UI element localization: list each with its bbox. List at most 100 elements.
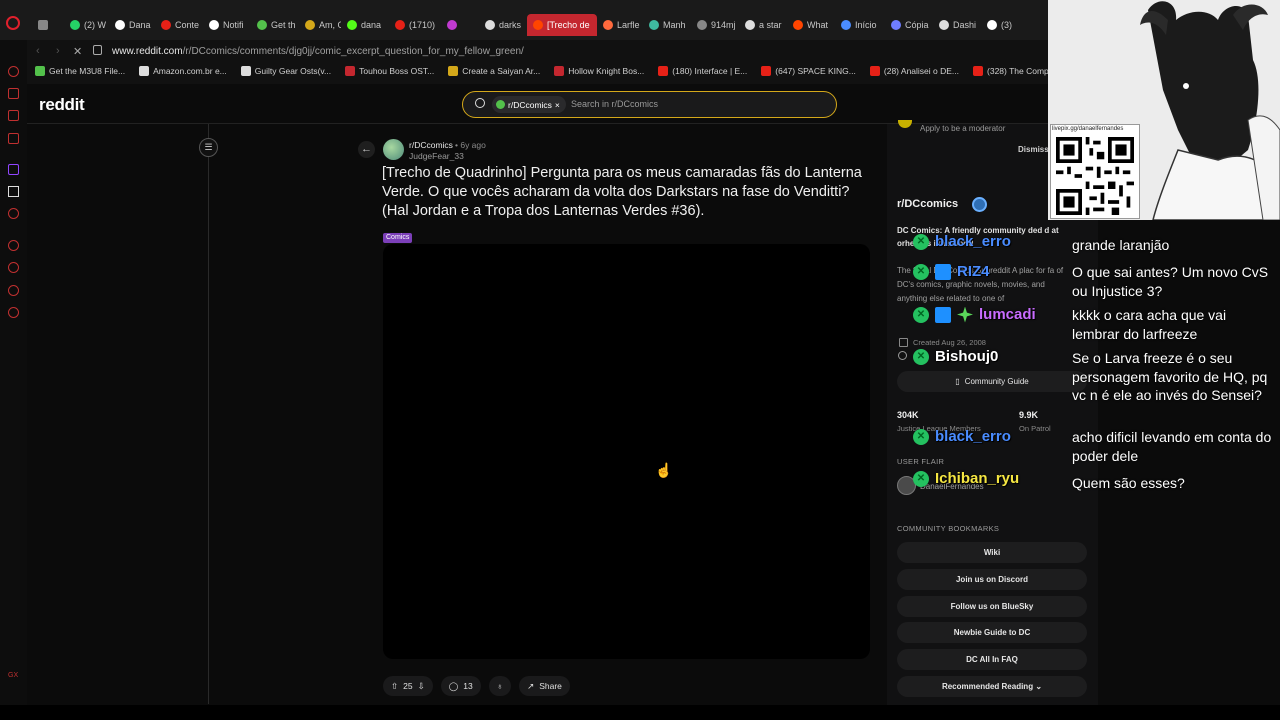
post-flair[interactable]: Comics — [383, 233, 413, 243]
mouse-cursor-icon: ☝ — [655, 462, 673, 478]
browser-tab[interactable]: dana — [341, 14, 389, 36]
sidebar-app-icon[interactable] — [8, 208, 19, 219]
url-field[interactable]: www.reddit.com/r/DCcomics/comments/djg0j… — [112, 46, 524, 57]
chat-message: O que sai antes? Um novo CvS ou Injustic… — [1072, 264, 1269, 299]
back-arrow-icon[interactable]: ← — [358, 141, 375, 158]
chat-badge-icon: ✕ — [913, 306, 929, 323]
bookmark-discord-button[interactable]: Join us on Discord — [897, 569, 1087, 590]
apply-moderator-link[interactable]: Apply to be a moderator — [920, 124, 1005, 133]
browser-tab[interactable]: Início — [835, 14, 885, 36]
upvote-icon[interactable]: ⇧ — [391, 681, 398, 692]
browser-tab[interactable]: What — [787, 14, 835, 36]
browser-tab[interactable]: Conte — [155, 14, 203, 36]
video-player[interactable] — [383, 244, 870, 659]
browser-tab[interactable]: Dashi — [933, 14, 981, 36]
share-button[interactable]: ↗ Share — [519, 676, 570, 696]
x-icon[interactable] — [8, 186, 19, 197]
chat-username: lumcadi — [979, 306, 1036, 323]
browser-tab[interactable]: (3) — [981, 14, 1019, 36]
bookmark-wiki-button[interactable]: Wiki — [897, 542, 1087, 563]
browser-tab[interactable]: Larfle — [597, 14, 643, 36]
reload-icon[interactable]: ✕ — [73, 45, 82, 58]
tab-label: [Trecho de — [547, 20, 590, 30]
recommended-reading-label: Recommended Reading — [941, 682, 1034, 691]
sidebar-app-icon[interactable] — [8, 66, 19, 77]
tab-label: Dashi — [953, 20, 977, 30]
bookmark-newbie-guide-button[interactable]: Newbie Guide to DC — [897, 622, 1087, 643]
book-icon: ▯ — [955, 377, 960, 386]
lock-icon[interactable] — [93, 45, 102, 55]
browser-tab[interactable]: Am, G — [299, 14, 341, 36]
community-guide-button[interactable]: ▯ Community Guide — [897, 371, 1087, 392]
browser-tab[interactable]: darks — [479, 14, 527, 36]
chevron-down-icon: ⌄ — [1035, 682, 1043, 691]
globe-icon — [898, 351, 907, 360]
award-icon: ♁ — [496, 681, 504, 691]
tab-label: What — [807, 20, 829, 30]
browser-tab[interactable]: (1710) — [389, 14, 441, 36]
subreddit-avatar[interactable] — [383, 139, 404, 160]
browser-tab[interactable]: a star — [739, 14, 787, 36]
bookmark-reading-button[interactable]: Recommended Reading ⌄ — [897, 676, 1087, 697]
sidebar-app-icon[interactable] — [8, 88, 19, 99]
twitch-icon[interactable] — [8, 164, 19, 175]
tab-strip: (2) W Dana Conte Notifi Get th Am, G dana (1710… — [32, 14, 1019, 36]
dismiss-button[interactable]: Dismiss — [1018, 145, 1049, 154]
bookmark-item[interactable]: Touhou Boss OST... — [345, 66, 434, 76]
browser-tab[interactable] — [32, 14, 64, 36]
post-author[interactable]: JudgeFear_33 — [409, 151, 464, 161]
reddit-logo[interactable]: reddit — [39, 95, 85, 115]
opera-logo-icon[interactable] — [6, 16, 20, 30]
browser-tab[interactable]: 914mj — [691, 14, 739, 36]
bookmark-item[interactable]: (28) Analisei o DE... — [869, 66, 959, 76]
site-icon — [305, 20, 315, 30]
chat-message: Quem são esses? — [1072, 475, 1185, 491]
comments-button[interactable]: ◯ 13 — [440, 676, 481, 696]
search-input[interactable]: Search in r/DCcomics — [571, 99, 658, 109]
browser-tab[interactable]: [Trecho de — [527, 14, 597, 36]
bookmark-item[interactable]: Get the M3U8 File... — [35, 66, 125, 76]
settings-icon[interactable] — [8, 307, 19, 318]
bookmark-bluesky-button[interactable]: Follow us on BlueSky — [897, 596, 1087, 617]
community-icon — [972, 197, 987, 212]
menu-icon[interactable]: ☰ — [199, 138, 218, 157]
sidebar-app-icon[interactable] — [8, 133, 19, 144]
browser-tab[interactable]: Dana — [109, 14, 155, 36]
browser-tab[interactable]: Get th — [251, 14, 299, 36]
history-icon[interactable] — [8, 262, 19, 273]
chat-username: Ichiban_ryu — [935, 470, 1020, 487]
google-icon — [745, 20, 755, 30]
award-button[interactable]: ♁ — [488, 676, 512, 696]
bookmark-item[interactable]: Create a Saiyan Ar... — [448, 66, 540, 76]
tab-label: a star — [759, 20, 782, 30]
forward-nav-icon[interactable]: › — [56, 45, 60, 57]
site-icon — [841, 20, 851, 30]
browser-tab[interactable]: (2) W — [64, 14, 109, 36]
gx-label: GX — [8, 672, 19, 679]
browser-tab[interactable]: Notifi — [203, 14, 251, 36]
bookmark-faq-button[interactable]: DC All In FAQ — [897, 649, 1087, 670]
browser-tab[interactable] — [441, 14, 479, 36]
whatsapp-icon — [70, 20, 80, 30]
vote-control[interactable]: ⇧ 25 ⇩ — [383, 676, 433, 696]
browser-tab[interactable]: Cópia — [885, 14, 933, 36]
bookmark-item[interactable]: Guilty Gear Osts(v... — [240, 66, 331, 76]
post-subreddit[interactable]: r/DCcomics — [409, 140, 453, 150]
back-nav-icon[interactable]: ‹ — [36, 45, 40, 57]
chip-close-icon[interactable]: × — [555, 100, 560, 110]
tab-label: 914mj — [711, 20, 736, 30]
add-icon[interactable] — [8, 240, 19, 251]
bookmark-item[interactable]: Amazon.com.br e... — [139, 66, 227, 76]
tab-label: (1710) — [409, 20, 436, 30]
url-host: www.reddit.com — [112, 46, 183, 57]
search-subreddit-chip[interactable]: r/DCcomics × — [492, 96, 566, 113]
bookmark-item[interactable]: (180) Interface | E... — [658, 66, 747, 76]
bookmark-item[interactable]: Hollow Knight Bos... — [554, 66, 644, 76]
browser-tab[interactable]: Manh — [643, 14, 691, 36]
sidebar-app-icon[interactable] — [8, 110, 19, 121]
downvote-icon[interactable]: ⇩ — [418, 681, 425, 692]
site-icon — [697, 20, 707, 30]
chat-badge-icon: ✕ — [913, 233, 929, 250]
extensions-icon[interactable] — [8, 285, 19, 296]
bookmark-item[interactable]: (647) SPACE KING... — [761, 66, 856, 76]
